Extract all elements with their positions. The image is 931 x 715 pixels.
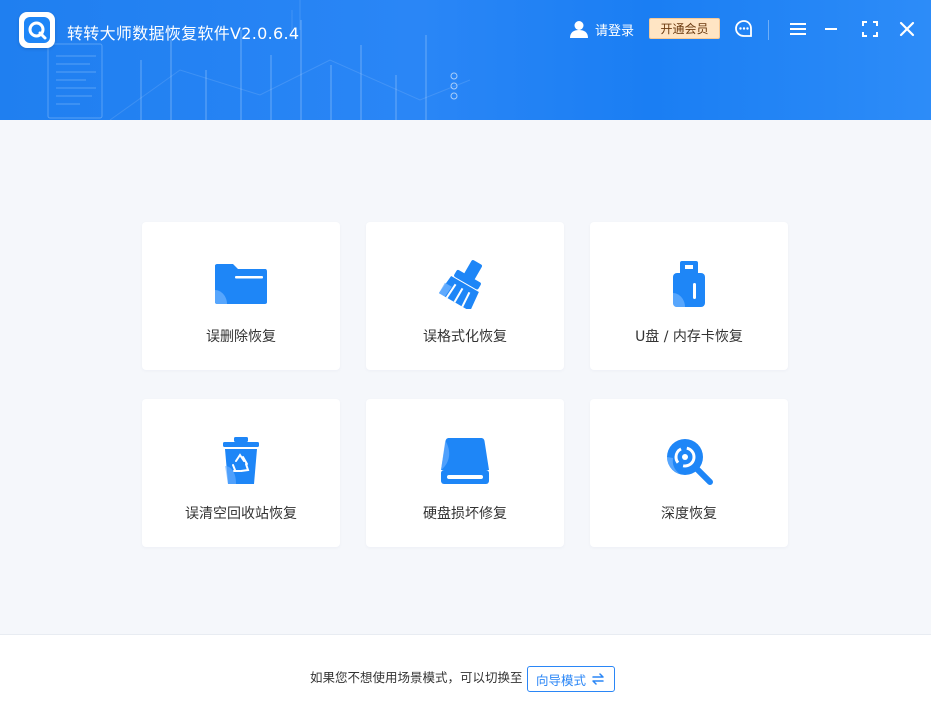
mode-card-usb-recovery[interactable]: U盘 / 内存卡恢复 xyxy=(590,222,788,370)
hard-disk-icon xyxy=(441,438,489,484)
wizard-mode-label: 向导模式 xyxy=(535,672,586,688)
login-label: 请登录 xyxy=(595,23,635,39)
vip-button[interactable]: 开通会员 xyxy=(649,18,720,39)
switch-mode-text: 如果您不想使用场景模式，可以切换至 xyxy=(310,670,523,685)
customer-service-icon[interactable] xyxy=(734,19,754,39)
logo-q-icon xyxy=(24,17,50,43)
mode-card-label: U盘 / 内存卡恢复 xyxy=(635,329,743,345)
footer-bar: 如果您不想使用场景模式，可以切换至 向导模式 xyxy=(0,634,931,715)
app-logo xyxy=(19,12,55,48)
broom-icon xyxy=(438,260,482,309)
mode-card-label: 误格式化恢复 xyxy=(423,329,507,345)
menu-icon[interactable] xyxy=(788,19,808,39)
wizard-mode-button[interactable]: 向导模式 xyxy=(527,666,615,692)
header-decoration xyxy=(47,0,471,120)
deep-scan-icon xyxy=(667,439,713,485)
close-icon[interactable] xyxy=(897,19,917,39)
mode-card-format-recovery[interactable]: 误格式化恢复 xyxy=(366,222,564,370)
mode-card-label: 误清空回收站恢复 xyxy=(185,506,297,522)
app-title: 转转大师数据恢复软件V2.0.6.4 xyxy=(67,24,300,43)
minimize-icon[interactable] xyxy=(821,19,841,39)
mode-card-disk-repair[interactable]: 硬盘损坏修复 xyxy=(366,399,564,547)
login-button[interactable]: 请登录 xyxy=(569,18,634,40)
user-icon xyxy=(570,21,588,38)
header-divider xyxy=(768,20,769,40)
mode-card-label: 深度恢复 xyxy=(661,506,717,522)
maximize-icon[interactable] xyxy=(860,19,880,39)
swap-arrows-icon xyxy=(592,673,604,685)
mode-card-label: 误删除恢复 xyxy=(206,329,276,345)
mode-card-deep-recovery[interactable]: 深度恢复 xyxy=(590,399,788,547)
title-bar: 转转大师数据恢复软件V2.0.6.4 请登录 开通会员 xyxy=(0,0,931,120)
recycle-bin-icon xyxy=(223,437,259,484)
mode-card-label: 硬盘损坏修复 xyxy=(423,506,507,522)
mode-card-recycle-bin-recovery[interactable]: 误清空回收站恢复 xyxy=(142,399,340,547)
mode-card-deleted-recovery[interactable]: 误删除恢复 xyxy=(142,222,340,370)
usb-drive-icon xyxy=(673,261,705,307)
folder-icon xyxy=(215,264,267,304)
